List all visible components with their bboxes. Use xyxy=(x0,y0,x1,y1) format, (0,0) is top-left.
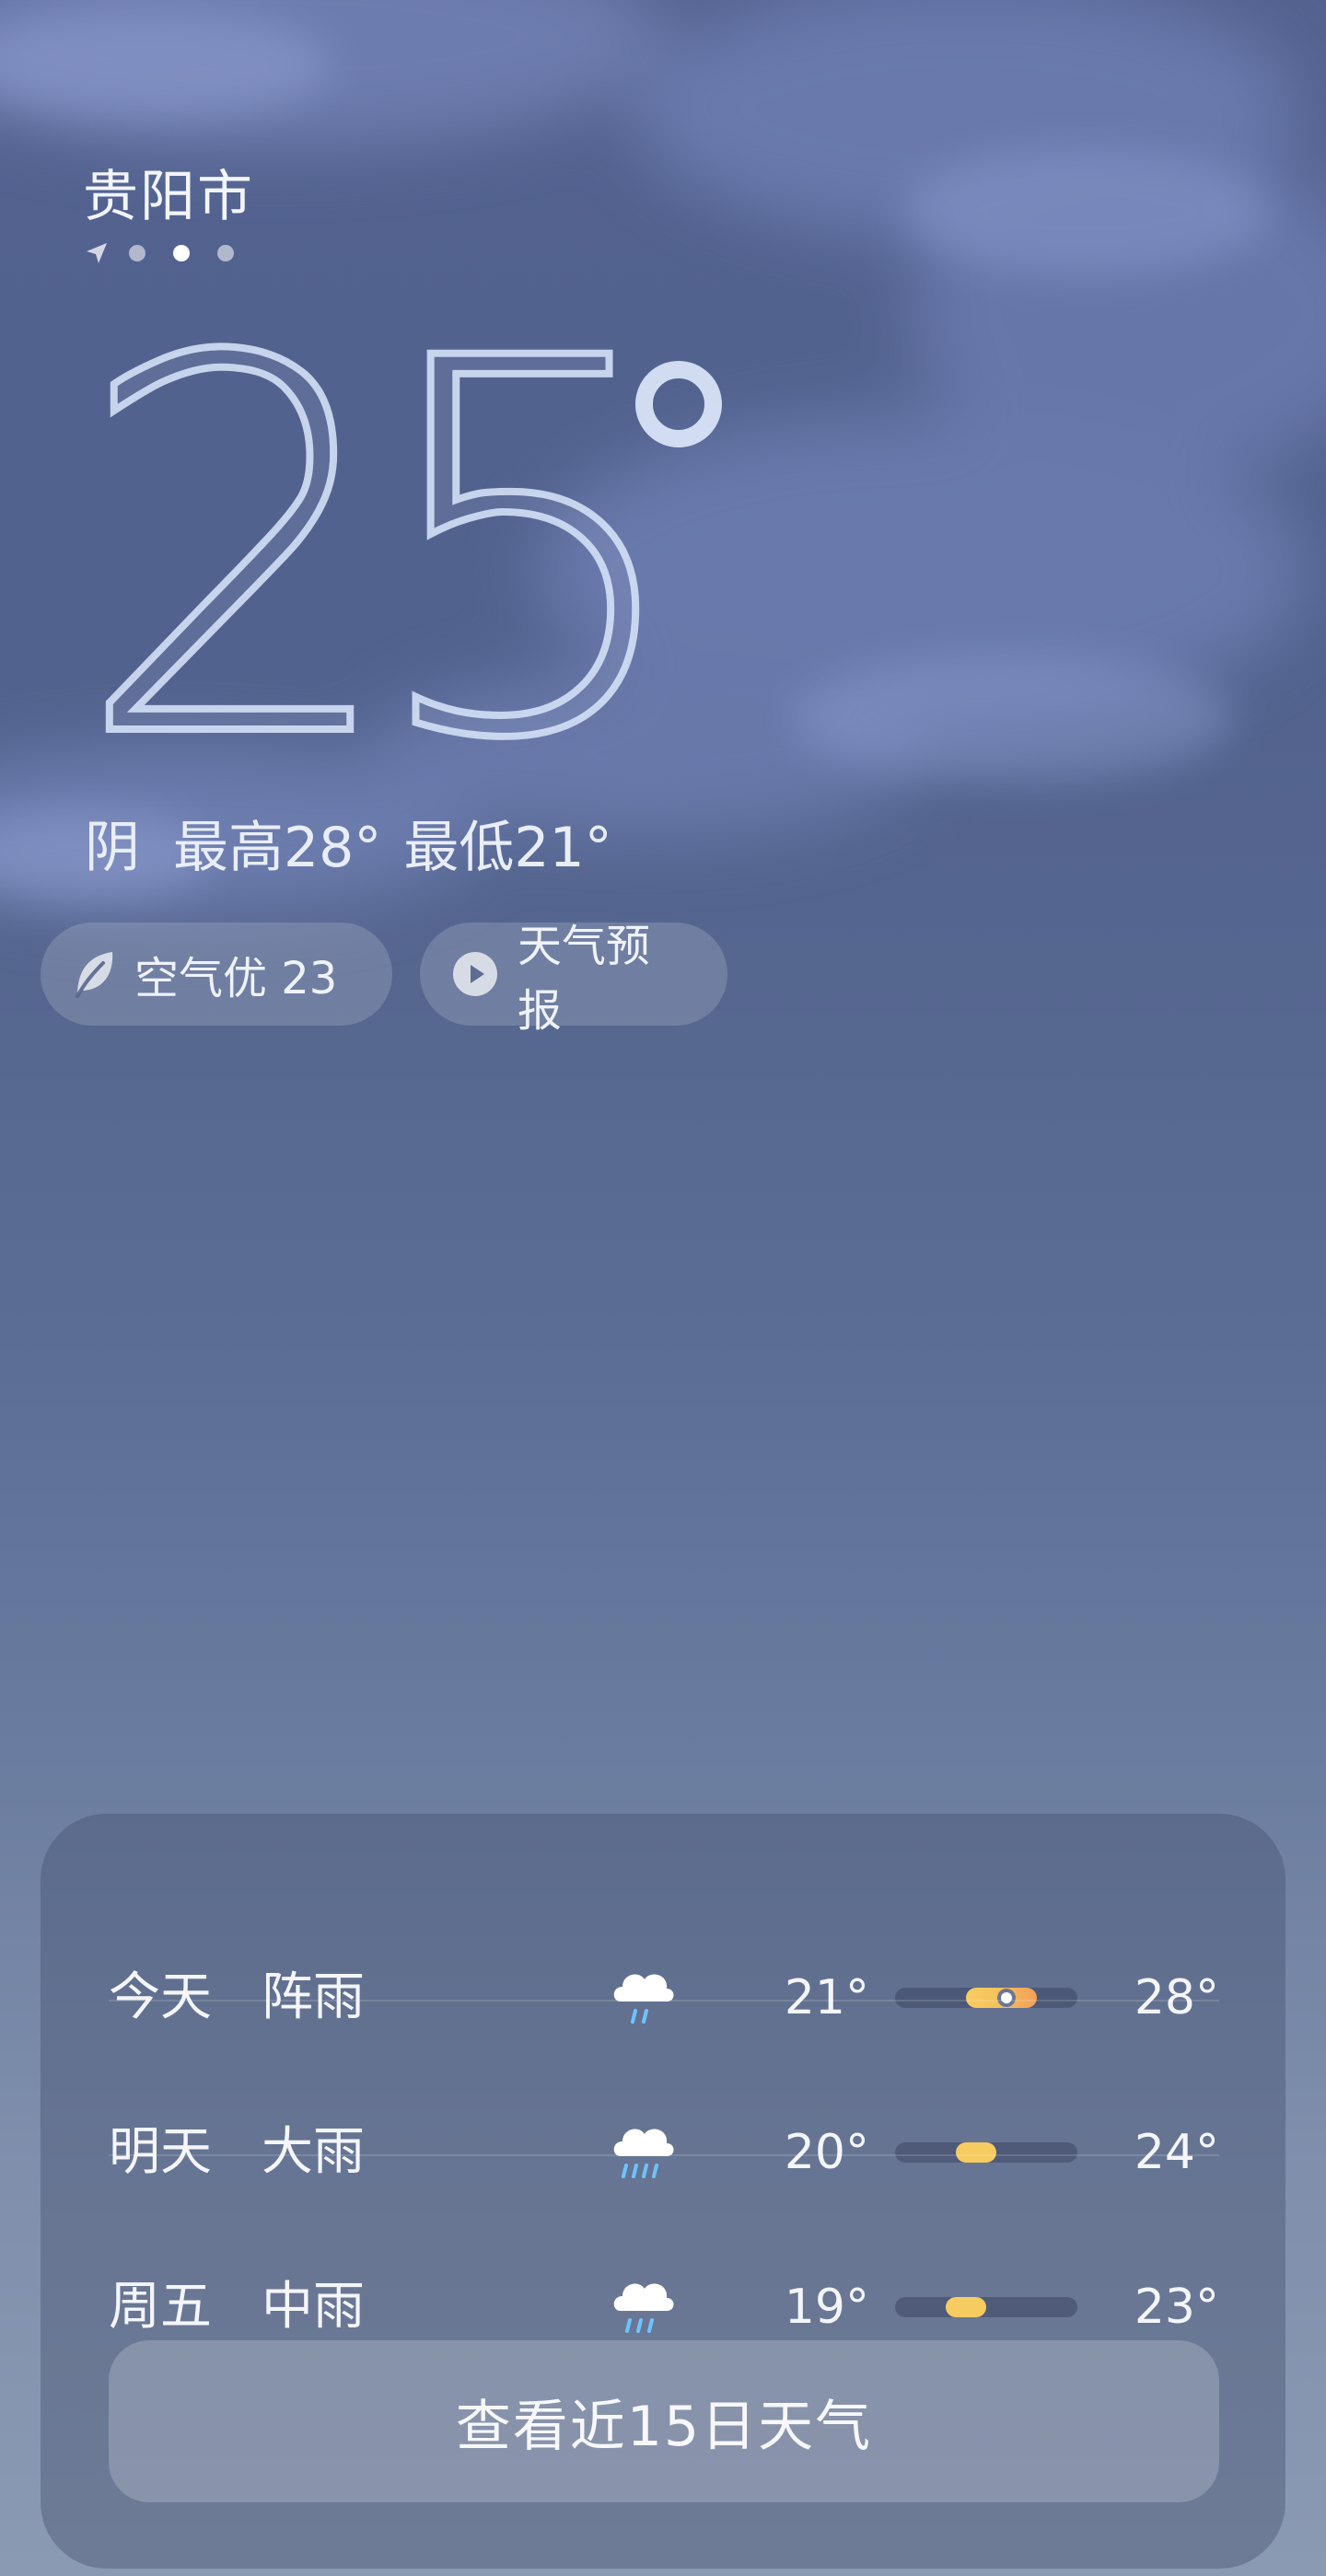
current-temp-marker xyxy=(997,1989,1016,2007)
temp-range-fill xyxy=(956,2142,996,2163)
temp-range-fill xyxy=(946,2297,986,2317)
air-quality-label: 空气优 23 xyxy=(134,953,338,1004)
city-name[interactable]: 贵阳市 xyxy=(83,152,254,232)
page-dot-2 xyxy=(173,245,190,261)
low-temp: 20° xyxy=(784,2125,869,2180)
temp-range-bar xyxy=(895,2297,1077,2317)
day-label: 明天 xyxy=(109,2122,212,2182)
forecast-row-tomorrow[interactable]: 明天 大雨 20° 24° xyxy=(109,2075,1219,2230)
high-temp: 最高28° xyxy=(173,816,382,880)
low-temp: 21° xyxy=(784,1970,869,2025)
degree-symbol xyxy=(635,361,722,447)
weather-forecast-chip[interactable]: 天气预报 xyxy=(420,921,727,1037)
svg-text:25: 25 xyxy=(74,331,657,755)
row-divider xyxy=(109,2154,1219,2156)
heavy-rain-icon xyxy=(613,2129,674,2178)
shower-icon xyxy=(613,1974,674,2024)
leaf-icon xyxy=(76,952,113,998)
day-label: 今天 xyxy=(109,1967,212,2027)
temp-range-bar xyxy=(895,1988,1077,2008)
high-temp: 28° xyxy=(1134,1970,1219,2025)
page-indicator xyxy=(85,241,262,265)
weather-summary: 阴 最高28° 最低21° xyxy=(85,803,612,883)
condition-label: 阵雨 xyxy=(262,1967,365,2027)
condition-text: 阴 xyxy=(85,816,140,880)
row-divider xyxy=(109,2000,1219,2002)
current-temperature: 25 xyxy=(74,331,697,755)
weather-forecast-label: 天气预报 xyxy=(518,921,651,1037)
play-icon xyxy=(453,952,497,996)
moderate-rain-icon xyxy=(613,2283,674,2333)
temp-range-bar xyxy=(895,2142,1077,2163)
forecast-card: 今天 阵雨 21° 28° 明天 大雨 20° 24° 周五 中雨 19° 23… xyxy=(41,1814,1285,2569)
location-arrow-icon xyxy=(87,243,107,263)
page-dot-3 xyxy=(217,245,234,261)
low-temp: 最低21° xyxy=(403,816,612,880)
chip-row: 空气优 23 天气预报 xyxy=(41,921,727,1037)
view-15-day-forecast-button[interactable]: 查看近15日天气 xyxy=(109,2340,1219,2502)
forecast-row-today[interactable]: 今天 阵雨 21° 28° xyxy=(109,1920,1219,2075)
high-temp: 24° xyxy=(1134,2125,1219,2180)
condition-label: 大雨 xyxy=(262,2122,365,2182)
air-quality-chip[interactable]: 空气优 23 xyxy=(41,922,392,1026)
page-dot-1 xyxy=(129,245,145,261)
